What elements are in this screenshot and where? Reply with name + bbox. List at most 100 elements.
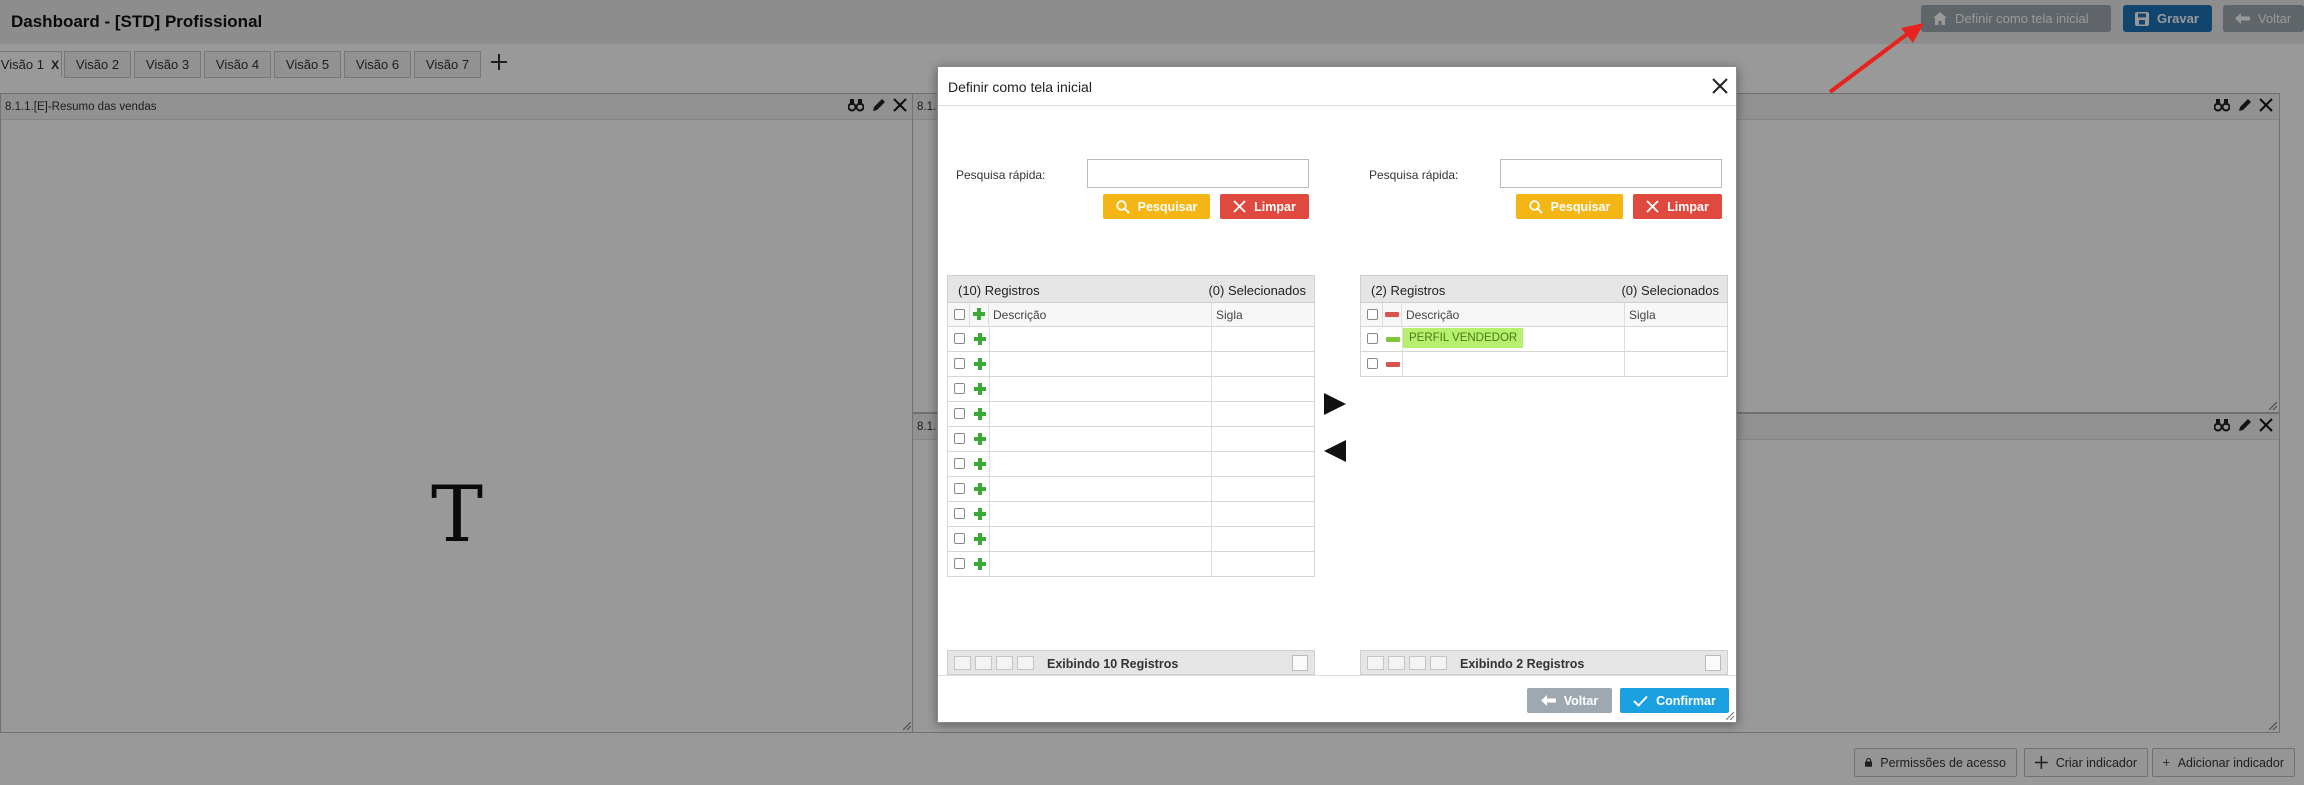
add-all-icon[interactable] <box>973 308 985 320</box>
remove-all-icon[interactable] <box>1385 312 1399 317</box>
prev-page-icon[interactable] <box>975 656 992 670</box>
next-page-icon[interactable] <box>996 656 1013 670</box>
move-right-arrow-icon[interactable] <box>1324 393 1346 415</box>
available-list: Pesquisa rápida: Pesquisar Limpar (10) R… <box>947 107 1315 675</box>
cell-descricao <box>989 352 1212 376</box>
move-left-arrow-icon[interactable] <box>1324 440 1346 462</box>
select-all-checkbox[interactable] <box>954 309 965 320</box>
table-row[interactable] <box>947 552 1315 577</box>
search-input[interactable] <box>1500 159 1722 188</box>
set-home-dialog: Definir como tela inicial Pesquisa rápid… <box>937 66 1737 723</box>
add-icon[interactable] <box>974 558 986 570</box>
cell-descricao <box>989 552 1212 576</box>
confirm-button[interactable]: Confirmar <box>1620 688 1729 713</box>
grid-footer: Exibindo 2 Registros <box>1360 650 1728 675</box>
table-row[interactable] <box>947 477 1315 502</box>
add-icon[interactable] <box>974 508 986 520</box>
lightbulb-icon[interactable] <box>1292 655 1308 671</box>
row-checkbox[interactable] <box>954 408 965 419</box>
add-icon[interactable] <box>974 358 986 370</box>
add-icon[interactable] <box>974 533 986 545</box>
clear-button[interactable]: Limpar <box>1633 194 1722 219</box>
back-button-label: Voltar <box>1563 693 1599 708</box>
row-checkbox[interactable] <box>954 383 965 394</box>
cell-sigla <box>1212 352 1314 376</box>
row-checkbox[interactable] <box>954 333 965 344</box>
add-icon[interactable] <box>974 433 986 445</box>
row-checkbox[interactable] <box>1367 333 1378 344</box>
back-button[interactable]: Voltar <box>1527 688 1612 713</box>
column-descricao[interactable]: Descrição <box>1402 303 1625 326</box>
search-button[interactable]: Pesquisar <box>1516 194 1623 219</box>
close-icon[interactable] <box>1710 76 1730 96</box>
next-page-icon[interactable] <box>1409 656 1426 670</box>
check-icon <box>1633 695 1648 707</box>
add-icon[interactable] <box>974 383 986 395</box>
first-page-icon[interactable] <box>954 656 971 670</box>
x-icon <box>1233 200 1246 213</box>
table-row[interactable] <box>947 527 1315 552</box>
cell-descricao <box>989 477 1212 501</box>
table-row[interactable] <box>947 352 1315 377</box>
cell-descricao <box>989 402 1212 426</box>
pager <box>954 656 1034 670</box>
search-button[interactable]: Pesquisar <box>1103 194 1210 219</box>
resize-grip-icon[interactable] <box>1726 712 1734 720</box>
first-page-icon[interactable] <box>1367 656 1384 670</box>
cell-descricao <box>1402 352 1625 376</box>
annotation-arrow-icon <box>1828 23 1924 94</box>
add-icon[interactable] <box>974 483 986 495</box>
search-button-label: Pesquisar <box>1550 199 1611 214</box>
table-row[interactable]: PERFIL VENDEDOR <box>1360 327 1728 352</box>
last-page-icon[interactable] <box>1017 656 1034 670</box>
column-sigla[interactable]: Sigla <box>1212 303 1314 326</box>
table-row[interactable] <box>947 502 1315 527</box>
cell-sigla <box>1212 427 1314 451</box>
cell-sigla <box>1212 377 1314 401</box>
table-row[interactable] <box>947 402 1315 427</box>
prev-page-icon[interactable] <box>1388 656 1405 670</box>
table-row[interactable] <box>1360 352 1728 377</box>
cell-sigla <box>1212 527 1314 551</box>
cell-sigla <box>1212 402 1314 426</box>
row-description: PERFIL VENDEDOR <box>1403 328 1524 348</box>
row-checkbox[interactable] <box>954 533 965 544</box>
clear-button-label: Limpar <box>1667 199 1709 214</box>
remove-icon[interactable] <box>1386 362 1400 367</box>
cell-sigla <box>1212 327 1314 351</box>
cell-sigla <box>1625 352 1727 376</box>
row-checkbox[interactable] <box>954 483 965 494</box>
search-input[interactable] <box>1087 159 1309 188</box>
select-all-checkbox[interactable] <box>1367 309 1378 320</box>
x-icon <box>1646 200 1659 213</box>
table-row[interactable] <box>947 377 1315 402</box>
selected-count: (0) Selecionados <box>1208 283 1306 298</box>
row-checkbox[interactable] <box>954 458 965 469</box>
row-checkbox[interactable] <box>954 433 965 444</box>
cell-sigla <box>1212 452 1314 476</box>
grid-body: PERFIL VENDEDOR <box>1360 327 1728 377</box>
remove-icon[interactable] <box>1386 337 1400 342</box>
row-checkbox[interactable] <box>954 508 965 519</box>
row-checkbox[interactable] <box>954 558 965 569</box>
add-icon[interactable] <box>974 408 986 420</box>
table-row[interactable] <box>947 427 1315 452</box>
lightbulb-icon[interactable] <box>1705 655 1721 671</box>
grid-header: (10) Registros (0) Selecionados <box>947 275 1315 303</box>
selected-list: Pesquisa rápida: Pesquisar Limpar (2) Re… <box>1360 107 1728 675</box>
add-icon[interactable] <box>974 458 986 470</box>
row-checkbox[interactable] <box>1367 358 1378 369</box>
add-icon[interactable] <box>974 333 986 345</box>
column-descricao[interactable]: Descrição <box>989 303 1212 326</box>
clear-button[interactable]: Limpar <box>1220 194 1309 219</box>
column-sigla[interactable]: Sigla <box>1625 303 1727 326</box>
table-row[interactable] <box>947 327 1315 352</box>
last-page-icon[interactable] <box>1430 656 1447 670</box>
dialog-title: Definir como tela inicial <box>948 79 1092 95</box>
grid-header: (2) Registros (0) Selecionados <box>1360 275 1728 303</box>
cell-descricao <box>989 377 1212 401</box>
selected-count: (0) Selecionados <box>1621 283 1719 298</box>
row-checkbox[interactable] <box>954 358 965 369</box>
table-row[interactable] <box>947 452 1315 477</box>
arrow-left-icon <box>1540 695 1556 706</box>
